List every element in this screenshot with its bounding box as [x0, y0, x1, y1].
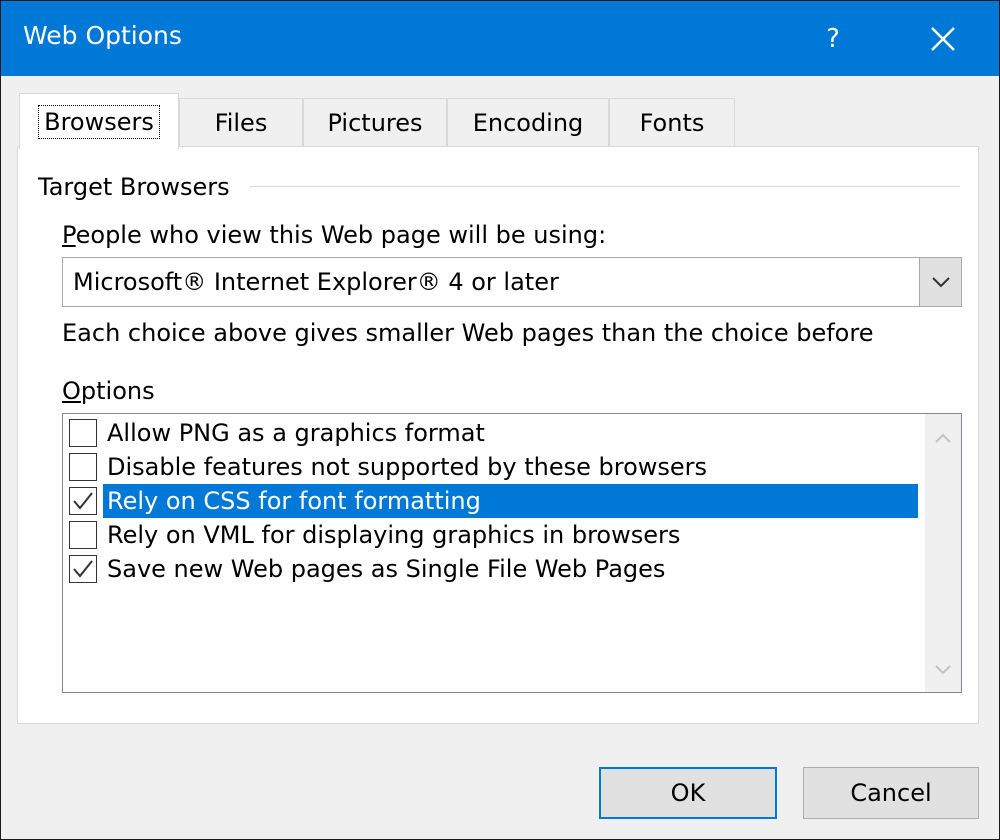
- options-list: Allow PNG as a graphics format Disable f…: [62, 413, 962, 693]
- options-list-scrollbar[interactable]: [925, 414, 961, 692]
- option-single-file-web-pages[interactable]: Save new Web pages as Single File Web Pa…: [63, 552, 918, 586]
- checkbox[interactable]: [69, 521, 97, 549]
- cancel-button[interactable]: Cancel: [803, 767, 979, 819]
- checkmark-icon: [73, 560, 93, 578]
- ok-button[interactable]: OK: [599, 767, 777, 819]
- tab-browsers[interactable]: Browsers: [19, 93, 179, 149]
- options-label: Options: [62, 377, 155, 405]
- close-icon: [931, 26, 955, 51]
- chevron-up-icon: [935, 433, 951, 443]
- options-label-text: ptions: [80, 377, 155, 405]
- scroll-down-button[interactable]: [925, 652, 961, 688]
- option-label: Disable features not supported by these …: [107, 453, 708, 481]
- web-options-dialog: Web Options ? Browsers Files Pictures En…: [0, 0, 1000, 840]
- tab-label: Fonts: [639, 108, 705, 137]
- people-using-label-text: eople who view this Web page will be usi…: [75, 221, 607, 249]
- tab-fonts[interactable]: Fonts: [609, 98, 735, 146]
- checkbox[interactable]: [69, 487, 97, 515]
- option-disable-unsupported-features[interactable]: Disable features not supported by these …: [63, 450, 918, 484]
- chevron-down-icon: [931, 277, 950, 288]
- tab-files[interactable]: Files: [179, 98, 303, 146]
- scroll-up-button[interactable]: [925, 420, 961, 456]
- tab-label: Encoding: [472, 108, 584, 137]
- tab-label: Browsers: [38, 104, 160, 139]
- tab-pictures[interactable]: Pictures: [303, 98, 447, 146]
- accelerator-key: P: [62, 221, 76, 249]
- target-browsers-group-label: Target Browsers: [38, 173, 238, 201]
- title-bar: Web Options ?: [1, 1, 999, 76]
- people-using-label: People who view this Web page will be us…: [62, 221, 606, 249]
- option-label: Allow PNG as a graphics format: [107, 419, 485, 447]
- browser-select[interactable]: Microsoft® Internet Explorer® 4 or later: [62, 257, 962, 307]
- checkmark-icon: [73, 492, 93, 510]
- browser-select-dropdown-button[interactable]: [919, 258, 961, 306]
- tab-label: Pictures: [327, 108, 423, 137]
- tab-label: Files: [214, 108, 268, 137]
- help-button[interactable]: ?: [809, 1, 857, 76]
- window-title: Web Options: [23, 21, 182, 50]
- chevron-down-icon: [935, 665, 951, 675]
- option-allow-png[interactable]: Allow PNG as a graphics format: [63, 416, 918, 450]
- option-rely-on-css[interactable]: Rely on CSS for font formatting: [63, 484, 918, 518]
- browsers-tab-panel: Target Browsers People who view this Web…: [17, 146, 979, 724]
- checkbox[interactable]: [69, 453, 97, 481]
- browser-choice-hint: Each choice above gives smaller Web page…: [62, 319, 874, 347]
- tab-encoding[interactable]: Encoding: [447, 98, 609, 146]
- option-rely-on-vml[interactable]: Rely on VML for displaying graphics in b…: [63, 518, 918, 552]
- option-label: Save new Web pages as Single File Web Pa…: [107, 555, 666, 583]
- option-label: Rely on VML for displaying graphics in b…: [107, 521, 681, 549]
- option-label: Rely on CSS for font formatting: [103, 484, 918, 518]
- group-divider: [250, 186, 960, 187]
- browser-select-value: Microsoft® Internet Explorer® 4 or later: [73, 268, 559, 296]
- accelerator-key: O: [62, 377, 81, 405]
- checkbox[interactable]: [69, 419, 97, 447]
- checkbox[interactable]: [69, 555, 97, 583]
- close-button[interactable]: [905, 1, 981, 76]
